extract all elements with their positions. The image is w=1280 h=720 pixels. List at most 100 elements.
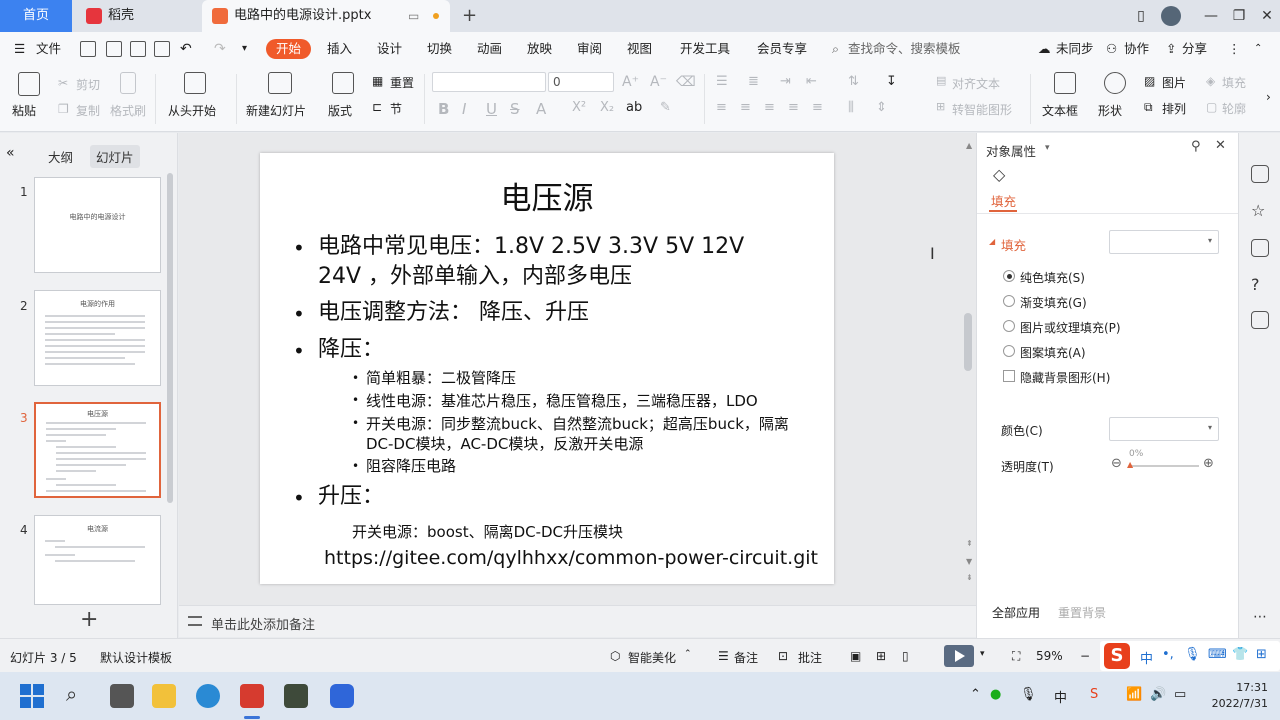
- canvas-scrollbar[interactable]: [964, 313, 972, 371]
- screen-icon[interactable]: ▭: [408, 0, 419, 32]
- panel-title-chevron-icon[interactable]: ▾: [1045, 143, 1050, 153]
- italic-icon[interactable]: I: [462, 100, 466, 118]
- layout-icon[interactable]: ▯: [1126, 0, 1156, 32]
- save-icon[interactable]: [80, 41, 96, 57]
- outdent-icon[interactable]: ⇤: [806, 74, 817, 89]
- share-button[interactable]: 分享: [1182, 39, 1207, 59]
- ime-skin-icon[interactable]: 👕: [1232, 647, 1248, 662]
- zoom-level[interactable]: 59%: [1036, 649, 1063, 663]
- minimize-icon[interactable]: —: [1196, 0, 1226, 32]
- layout-button[interactable]: 版式: [328, 102, 352, 119]
- menu-design[interactable]: 设计: [377, 39, 402, 59]
- reset-bg-button[interactable]: 重置背景: [1053, 601, 1111, 624]
- menu-animation[interactable]: 动画: [477, 39, 502, 59]
- apply-all-button[interactable]: 全部应用: [987, 601, 1045, 624]
- notes-bar[interactable]: 单击此处添加备注: [179, 605, 976, 637]
- tab-slides[interactable]: 幻灯片: [90, 145, 140, 168]
- sub-bullet-rc[interactable]: 阻容降压电路: [366, 456, 456, 477]
- scroll-down-icon[interactable]: ▼: [966, 557, 972, 566]
- bold-icon[interactable]: B: [438, 100, 449, 118]
- input-language[interactable]: 中: [1054, 687, 1067, 706]
- shape-button[interactable]: 形状: [1098, 102, 1122, 119]
- edge-icon[interactable]: [196, 684, 220, 708]
- export-icon[interactable]: [106, 41, 122, 57]
- tab-outline[interactable]: 大纲: [42, 145, 79, 168]
- label-pattern-fill[interactable]: 图案填充(A): [1020, 344, 1086, 361]
- font-size-select[interactable]: 0: [548, 72, 614, 92]
- play-options-icon[interactable]: ▾: [980, 649, 985, 659]
- search-icon[interactable]: ⌕: [66, 682, 77, 706]
- collapse-panel-icon[interactable]: «: [6, 145, 15, 161]
- text-direction-icon[interactable]: ⇅: [848, 74, 859, 89]
- slide-thumbnail-3[interactable]: 电压源: [34, 402, 161, 498]
- bullet-boost[interactable]: 升压：: [318, 482, 384, 512]
- format-painter-button[interactable]: 格式刷: [110, 102, 146, 119]
- app-icon[interactable]: [284, 684, 308, 708]
- wechat-icon[interactable]: ●: [990, 687, 1001, 702]
- columns-icon[interactable]: ⫼: [848, 100, 854, 115]
- radio-gradient-fill[interactable]: [1003, 295, 1015, 307]
- distribute-icon[interactable]: ≡: [812, 100, 823, 115]
- slider-handle-icon[interactable]: ▲: [1127, 460, 1133, 469]
- pin-icon[interactable]: ⚲: [1191, 139, 1201, 154]
- panel-title[interactable]: 对象属性: [986, 141, 1036, 160]
- clear-format-icon[interactable]: ⌫: [676, 74, 696, 90]
- align-left-icon[interactable]: ≡: [716, 100, 727, 115]
- fill-section-title[interactable]: 填充: [1001, 235, 1026, 254]
- underline-icon[interactable]: U: [486, 100, 497, 118]
- highlight-icon[interactable]: ✎: [660, 100, 671, 115]
- copy-button[interactable]: 复制: [76, 102, 100, 119]
- tab-fill[interactable]: 填充: [991, 191, 1016, 210]
- close-icon[interactable]: ✕: [1252, 0, 1280, 32]
- notes-toggle-button[interactable]: 备注: [734, 649, 758, 666]
- restore-icon[interactable]: ❐: [1224, 0, 1254, 32]
- radio-solid-fill[interactable]: [1003, 270, 1015, 282]
- slide[interactable]: 电压源 • 电路中常见电压：1.8V 2.5V 3.3V 5V 12V 24V …: [260, 153, 834, 584]
- strike-icon[interactable]: S: [510, 100, 520, 118]
- template-name[interactable]: 默认设计模板: [100, 649, 172, 666]
- line-spacing-icon[interactable]: ⇕: [876, 100, 887, 115]
- cut-button[interactable]: 剪切: [76, 76, 100, 93]
- sub-bullet-switching-line1[interactable]: 开关电源：同步整流buck、自然整流buck；超高压buck，隔离: [366, 414, 789, 435]
- bullets-icon[interactable]: ☰: [716, 74, 728, 89]
- help-icon[interactable]: ?: [1251, 275, 1260, 294]
- tab-daoke[interactable]: 稻壳: [76, 0, 198, 32]
- print-icon[interactable]: [130, 41, 146, 57]
- sub-bullet-switching-line2[interactable]: DC-DC模块，AC-DC模块，反激开关电源: [366, 434, 643, 455]
- volume-icon[interactable]: 🔊: [1150, 687, 1166, 702]
- menu-view[interactable]: 视图: [627, 39, 652, 59]
- transparency-minus-icon[interactable]: ⊖: [1111, 456, 1122, 471]
- numbering-icon[interactable]: ≣: [748, 74, 759, 89]
- tray-expand-icon[interactable]: ⌃: [970, 687, 981, 702]
- label-solid-fill[interactable]: 纯色填充(S): [1020, 269, 1085, 286]
- radio-picture-fill[interactable]: [1003, 320, 1015, 332]
- ime-keyboard-icon[interactable]: ⌨: [1208, 647, 1227, 662]
- preview-icon[interactable]: [154, 41, 170, 57]
- zoom-out-icon[interactable]: −: [1080, 649, 1090, 663]
- to-smartart-button[interactable]: 转智能图形: [952, 101, 1012, 118]
- slide-thumbnail-4[interactable]: 电流源: [34, 515, 161, 605]
- ime-lang[interactable]: 中: [1140, 648, 1153, 667]
- file-explorer-icon[interactable]: [152, 684, 176, 708]
- add-slide-icon[interactable]: +: [80, 607, 98, 632]
- arrange-button[interactable]: 排列: [1162, 100, 1186, 117]
- align-text-button[interactable]: 对齐文本: [952, 75, 1000, 92]
- new-tab-icon[interactable]: +: [462, 5, 477, 26]
- ime-menu-icon[interactable]: ⊞: [1256, 647, 1267, 662]
- expand-icon[interactable]: ◢: [989, 237, 995, 246]
- transparency-plus-icon[interactable]: ⊕: [1203, 456, 1214, 471]
- font-name-select[interactable]: [432, 72, 546, 92]
- start-icon[interactable]: [20, 684, 44, 708]
- transparency-slider[interactable]: [1129, 465, 1199, 467]
- comments-button[interactable]: 批注: [798, 649, 822, 666]
- shrink-font-icon[interactable]: A⁻: [650, 74, 667, 90]
- bullet-voltages-line1[interactable]: 电路中常见电压：1.8V 2.5V 3.3V 5V 12V: [318, 232, 744, 262]
- star-icon[interactable]: ☆: [1251, 201, 1265, 220]
- label-picture-fill[interactable]: 图片或纹理填充(P): [1020, 319, 1121, 336]
- hide-bg-checkbox[interactable]: [1003, 370, 1015, 382]
- bullet-voltages-line2[interactable]: 24V ，外部单输入，内部多电压: [318, 262, 632, 292]
- label-hide-bg[interactable]: 隐藏背景图形(H): [1020, 369, 1110, 386]
- slide-thumbnail-2[interactable]: 电源的作用: [34, 290, 161, 386]
- collab-button[interactable]: 协作: [1124, 39, 1149, 59]
- panel-scrollbar[interactable]: [167, 173, 173, 503]
